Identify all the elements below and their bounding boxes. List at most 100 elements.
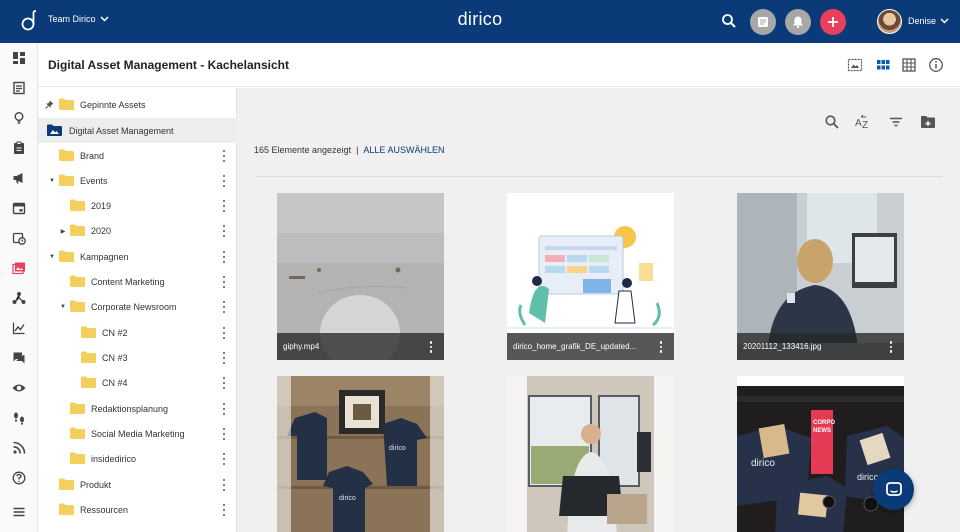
monitoring-icon[interactable]: [10, 379, 28, 397]
tree-item-2019[interactable]: 2019: [38, 193, 237, 218]
more-options-icon[interactable]: [221, 251, 227, 263]
chat-button[interactable]: [873, 469, 914, 510]
more-options-icon[interactable]: [221, 479, 227, 491]
sort-az-icon[interactable]: AZ: [855, 114, 871, 130]
asset-tile[interactable]: dirico dirico: [277, 376, 444, 532]
more-options-icon[interactable]: [221, 377, 227, 389]
tree-item-kampagnen[interactable]: ▼ Kampagnen: [38, 244, 237, 269]
more-options-icon[interactable]: [889, 341, 893, 353]
dirico-logo-icon[interactable]: [19, 9, 41, 33]
assets-icon[interactable]: [10, 259, 28, 277]
more-options-icon[interactable]: [221, 276, 227, 288]
asset-tile[interactable]: CORPO NEWS dirico dirico: [737, 376, 904, 532]
caret-down-icon[interactable]: ▼: [48, 253, 56, 261]
tree-item-pinned-assets[interactable]: Gepinnte Assets: [38, 92, 237, 117]
add-folder-icon[interactable]: [920, 114, 936, 130]
tree-item-brand[interactable]: Brand: [38, 143, 237, 168]
notes-button[interactable]: [750, 9, 776, 35]
asset-tile[interactable]: 20201112_133416.jpg: [737, 193, 904, 360]
menu-icon[interactable]: [10, 503, 28, 521]
network-icon[interactable]: [10, 289, 28, 307]
tree-item-ressourcen[interactable]: Ressourcen: [38, 497, 237, 522]
create-button[interactable]: [820, 9, 846, 35]
caret-down-icon[interactable]: ▼: [59, 303, 67, 311]
more-options-icon[interactable]: [221, 504, 227, 516]
rss-icon[interactable]: [10, 439, 28, 457]
nav-rail: [0, 43, 38, 532]
calendar-icon[interactable]: [10, 199, 28, 217]
user-name: Denise: [908, 16, 937, 26]
campaign-icon[interactable]: [10, 169, 28, 187]
photo-thumbnail: CORPO NEWS dirico dirico: [737, 376, 904, 532]
tree-item-insidedirico[interactable]: insidedirico: [38, 446, 237, 471]
avatar[interactable]: [877, 9, 902, 34]
tree-label: insidedirico: [91, 453, 137, 464]
tree-item-digital-asset-management[interactable]: Digital Asset Management: [38, 118, 237, 143]
asset-tile[interactable]: giphy.mp4: [277, 193, 444, 360]
schedule-icon[interactable]: [10, 229, 28, 247]
more-options-icon[interactable]: [659, 341, 663, 353]
tree-item-social-media-marketing[interactable]: Social Media Marketing: [38, 421, 237, 446]
more-options-icon[interactable]: [221, 403, 227, 415]
tree-label: Kampagnen: [80, 251, 129, 262]
tree-item-events[interactable]: ▼ Events: [38, 168, 237, 193]
comments-icon[interactable]: [10, 349, 28, 367]
tree-item-cn-2[interactable]: CN #2: [38, 320, 237, 345]
help-icon[interactable]: [10, 469, 28, 487]
more-options-icon[interactable]: [221, 453, 227, 465]
tree-item-produkt[interactable]: Produkt: [38, 472, 237, 497]
search-icon[interactable]: [824, 114, 840, 130]
info-icon[interactable]: [928, 57, 944, 73]
tree-item-cn-4[interactable]: CN #4: [38, 370, 237, 395]
chevron-down-icon: [940, 18, 949, 24]
analytics-icon[interactable]: [10, 319, 28, 337]
tree-item-corporate-newsroom[interactable]: ▼ Corporate Newsroom: [38, 294, 237, 319]
image-view-icon[interactable]: [847, 57, 863, 73]
ideas-icon[interactable]: [10, 109, 28, 127]
more-options-icon[interactable]: [221, 175, 227, 187]
more-options-icon[interactable]: [221, 428, 227, 440]
user-menu[interactable]: Denise: [908, 16, 949, 26]
tree-item-cn-3[interactable]: CN #3: [38, 345, 237, 370]
asset-caption: dirico_home_grafik_DE_updated...: [507, 333, 674, 360]
tree-label: Redaktionsplanung: [91, 403, 169, 414]
planning-icon[interactable]: [10, 79, 28, 97]
search-icon[interactable]: [720, 12, 738, 30]
journey-icon[interactable]: [10, 409, 28, 427]
more-options-icon[interactable]: [221, 150, 227, 162]
caret-down-icon[interactable]: ▼: [48, 177, 56, 185]
filter-icon[interactable]: [888, 114, 904, 130]
more-options-icon[interactable]: [221, 352, 227, 364]
pin-icon: [45, 100, 54, 109]
tile-view-icon[interactable]: [875, 57, 891, 73]
tasks-icon[interactable]: [10, 139, 28, 157]
folder-icon: [81, 376, 96, 388]
tree-label: Gepinnte Assets: [80, 99, 146, 110]
folder-icon: [81, 326, 96, 338]
table-view-icon[interactable]: [901, 57, 917, 73]
divider: [254, 176, 943, 177]
select-all-link[interactable]: ALLE AUSWÄHLEN: [363, 145, 444, 155]
tree-label: Events: [80, 175, 108, 186]
more-options-icon[interactable]: [221, 225, 227, 237]
tree-label: Social Media Marketing: [91, 428, 185, 439]
notifications-button[interactable]: [785, 9, 811, 35]
tree-item-content-marketing[interactable]: Content Marketing: [38, 269, 237, 294]
folder-icon: [59, 174, 74, 186]
caret-right-icon[interactable]: ▶: [59, 227, 67, 235]
asset-tile[interactable]: dirico_home_grafik_DE_updated...: [507, 193, 674, 360]
folder-icon: [70, 402, 85, 414]
tree-item-2020[interactable]: ▶ 2020: [38, 218, 237, 243]
asset-tile[interactable]: [507, 376, 674, 532]
brand-title: dirico: [457, 9, 503, 29]
team-label: Team Dirico: [48, 14, 96, 24]
more-options-icon[interactable]: [221, 327, 227, 339]
more-options-icon[interactable]: [429, 341, 433, 353]
more-options-icon[interactable]: [221, 200, 227, 212]
tree-item-redaktionsplanung[interactable]: Redaktionsplanung: [38, 396, 237, 421]
team-switcher[interactable]: Team Dirico: [48, 14, 109, 24]
dashboard-icon[interactable]: [10, 49, 28, 67]
svg-text:NEWS: NEWS: [813, 428, 831, 434]
folder-icon: [59, 149, 74, 161]
more-options-icon[interactable]: [221, 301, 227, 313]
